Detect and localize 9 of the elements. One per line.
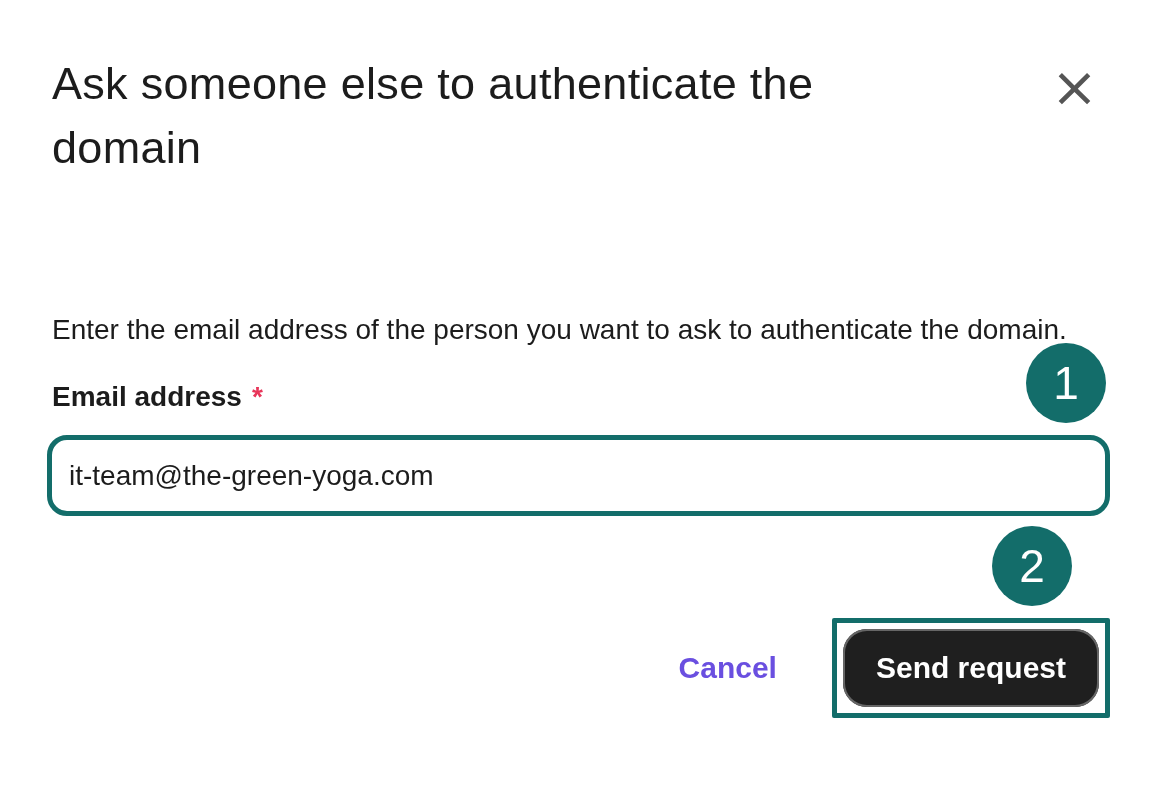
step-badge: 1 [1026,343,1106,423]
field-label: Email address [52,381,242,413]
email-input[interactable]: it-team@the-green-yoga.com [47,435,1110,516]
step-badge: 2 [992,526,1072,606]
close-button[interactable]: × [1039,62,1110,112]
required-mark: * [251,381,263,413]
cancel-link[interactable]: Cancel [674,643,781,693]
send-request-button[interactable]: Send request [842,629,1099,707]
dialog-title: Ask someone else to authenticate the domain [52,57,815,175]
